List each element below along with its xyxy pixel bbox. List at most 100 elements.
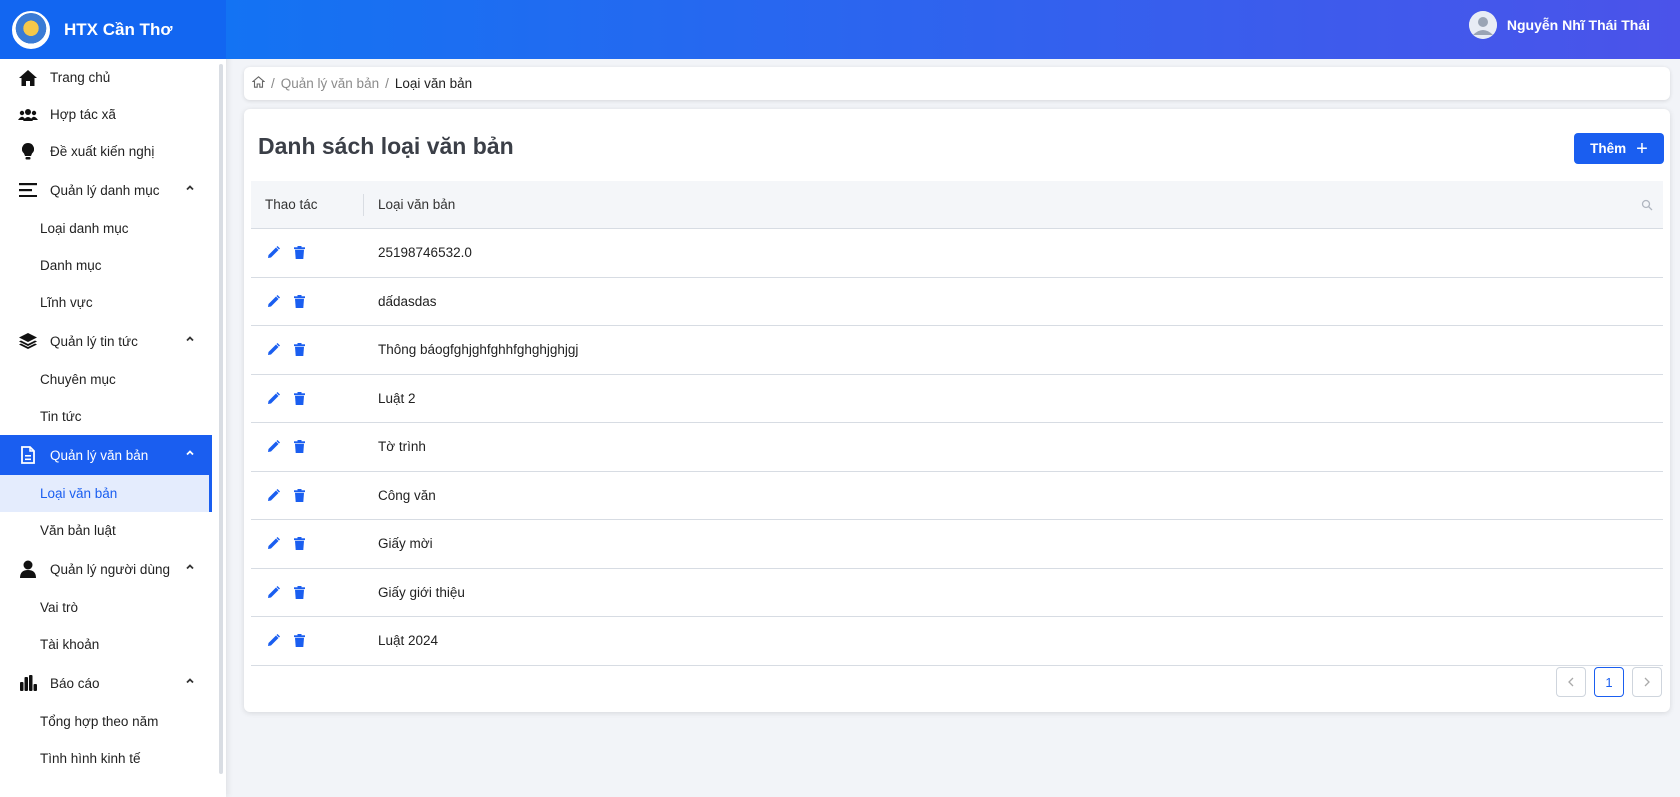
table-row: 25198746532.0 — [251, 229, 1663, 278]
prev-page-button[interactable] — [1556, 667, 1586, 697]
add-button[interactable]: Thêm + — [1574, 133, 1664, 164]
document-type-table: Thao tác Loại văn bản 25198746532.0 dấdas… — [251, 181, 1663, 666]
sidebar-item-label: Hợp tác xã — [50, 107, 116, 122]
edit-icon[interactable] — [265, 390, 281, 406]
logo — [12, 10, 50, 49]
delete-icon[interactable] — [291, 293, 307, 309]
table-header: Thao tác Loại văn bản — [251, 181, 1663, 229]
row-actions — [251, 633, 364, 649]
pagination: 1 — [1556, 667, 1662, 697]
table-row: Tờ trình — [251, 423, 1663, 472]
sidebar: HTX Cần Thơ Trang chủ Hợp tác xã Đề xuất… — [0, 0, 226, 797]
table-row: Luật 2024 — [251, 617, 1663, 666]
chevron-up-icon — [186, 564, 194, 570]
sidebar-item-category-management[interactable]: Quản lý danh mục — [0, 170, 212, 210]
user-icon — [18, 559, 38, 579]
sidebar-item-accounts[interactable]: Tài khoản — [0, 626, 212, 663]
table-row: Công văn — [251, 472, 1663, 520]
sidebar-item-legal-docs[interactable]: Văn bản luật — [0, 512, 212, 549]
sidebar-item-home[interactable]: Trang chủ — [0, 59, 212, 96]
sidebar-item-column[interactable]: Chuyên mục — [0, 361, 212, 398]
breadcrumb-current: Loại văn bản — [394, 76, 473, 91]
sidebar-item-label: Quản lý người dùng — [50, 561, 170, 577]
sidebar-item-category-type[interactable]: Loại danh mục — [0, 210, 212, 247]
home-icon[interactable] — [251, 76, 266, 91]
table-row: Giấy mời — [251, 520, 1663, 569]
sidebar-scrollbar[interactable] — [219, 64, 223, 774]
search-icon[interactable] — [1641, 199, 1653, 211]
sidebar-item-category[interactable]: Danh mục — [0, 247, 212, 284]
delete-icon[interactable] — [291, 584, 307, 600]
sidebar-item-label: Quản lý danh mục — [50, 182, 160, 198]
edit-icon[interactable] — [265, 633, 281, 649]
breadcrumb-parent[interactable]: Quản lý văn bản — [281, 76, 379, 91]
table-row: dấdasdas — [251, 278, 1663, 326]
document-type-cell: Luật 2024 — [378, 633, 439, 649]
sidebar-item-label: Đề xuất kiến nghị — [50, 144, 155, 159]
plus-icon: + — [1636, 137, 1648, 160]
document-type-cell: 25198746532.0 — [378, 245, 472, 261]
row-actions — [251, 584, 364, 600]
table-row: Thông báogfghjghfghhfghghjghjgj — [251, 326, 1663, 375]
sidebar-item-label: Quản lý tin tức — [50, 333, 138, 349]
sidebar-item-document-type[interactable]: Loại văn bản — [0, 475, 212, 512]
menu-icon — [18, 180, 38, 200]
sidebar-item-label: Báo cáo — [50, 675, 100, 691]
add-button-label: Thêm — [1590, 141, 1627, 156]
table-row: Giấy giới thiệu — [251, 569, 1663, 617]
table-row: Luật 2 — [251, 375, 1663, 423]
document-type-cell: Công văn — [378, 487, 436, 503]
brand-name: HTX Cần Thơ — [64, 19, 173, 39]
column-header-type: Loại văn bản — [378, 197, 456, 212]
delete-icon[interactable] — [291, 439, 307, 455]
edit-icon[interactable] — [265, 439, 281, 455]
sidebar-item-user-management[interactable]: Quản lý người dùng — [0, 549, 212, 589]
delete-icon[interactable] — [291, 342, 307, 358]
sidebar-item-proposal[interactable]: Đề xuất kiến nghị — [0, 133, 212, 170]
document-type-cell: Thông báogfghjghfghhfghghjghjgj — [378, 342, 579, 358]
sidebar-item-label: Trang chủ — [50, 70, 111, 85]
sidebar-item-field[interactable]: Lĩnh vực — [0, 284, 212, 321]
chevron-up-icon — [186, 450, 194, 456]
edit-icon[interactable] — [265, 584, 281, 600]
top-bar: Nguyễn Nhĩ Thái Thái — [226, 0, 1680, 59]
next-page-button[interactable] — [1632, 667, 1662, 697]
sidebar-item-economic-status[interactable]: Tình hình kinh tế — [0, 740, 212, 777]
page-title: Danh sách loại văn bản — [258, 133, 514, 159]
edit-icon[interactable] — [265, 293, 281, 309]
avatar — [1468, 11, 1497, 39]
page-number[interactable]: 1 — [1594, 667, 1624, 697]
edit-icon[interactable] — [265, 245, 281, 261]
sidebar-item-coop[interactable]: Hợp tác xã — [0, 96, 212, 133]
users-icon — [18, 105, 38, 125]
delete-icon[interactable] — [291, 633, 307, 649]
delete-icon[interactable] — [291, 245, 307, 261]
sidebar-item-roles[interactable]: Vai trò — [0, 589, 212, 626]
lightbulb-icon — [18, 142, 38, 162]
document-type-cell: dấdasdas — [378, 293, 437, 309]
delete-icon[interactable] — [291, 390, 307, 406]
breadcrumb: / Quản lý văn bản / Loại văn bản — [244, 67, 1670, 100]
table-body: 25198746532.0 dấdasdas Thông báogfghjghfgh… — [251, 229, 1663, 666]
user-name: Nguyễn Nhĩ Thái Thái — [1506, 17, 1650, 33]
delete-icon[interactable] — [291, 487, 307, 503]
sidebar-item-news-management[interactable]: Quản lý tin tức — [0, 321, 212, 361]
home-icon — [18, 68, 38, 88]
row-actions — [251, 487, 364, 503]
sidebar-item-docs-management[interactable]: Quản lý văn bản — [0, 435, 212, 475]
chevron-up-icon — [186, 185, 194, 191]
sidebar-item-news[interactable]: Tin tức — [0, 398, 212, 435]
document-icon — [18, 445, 38, 465]
sidebar-item-reports[interactable]: Báo cáo — [0, 663, 212, 703]
document-type-cell: Tờ trình — [378, 439, 426, 455]
sidebar-menu: Trang chủ Hợp tác xã Đề xuất kiến nghị Q… — [0, 59, 212, 777]
sidebar-item-annual-summary[interactable]: Tổng hợp theo năm — [0, 703, 212, 740]
edit-icon[interactable] — [265, 536, 281, 552]
delete-icon[interactable] — [291, 536, 307, 552]
edit-icon[interactable] — [265, 487, 281, 503]
breadcrumb-separator: / — [271, 76, 275, 91]
edit-icon[interactable] — [265, 342, 281, 358]
breadcrumb-separator: / — [385, 76, 389, 91]
brand[interactable]: HTX Cần Thơ — [0, 0, 226, 59]
user-menu[interactable]: Nguyễn Nhĩ Thái Thái — [1468, 11, 1650, 39]
